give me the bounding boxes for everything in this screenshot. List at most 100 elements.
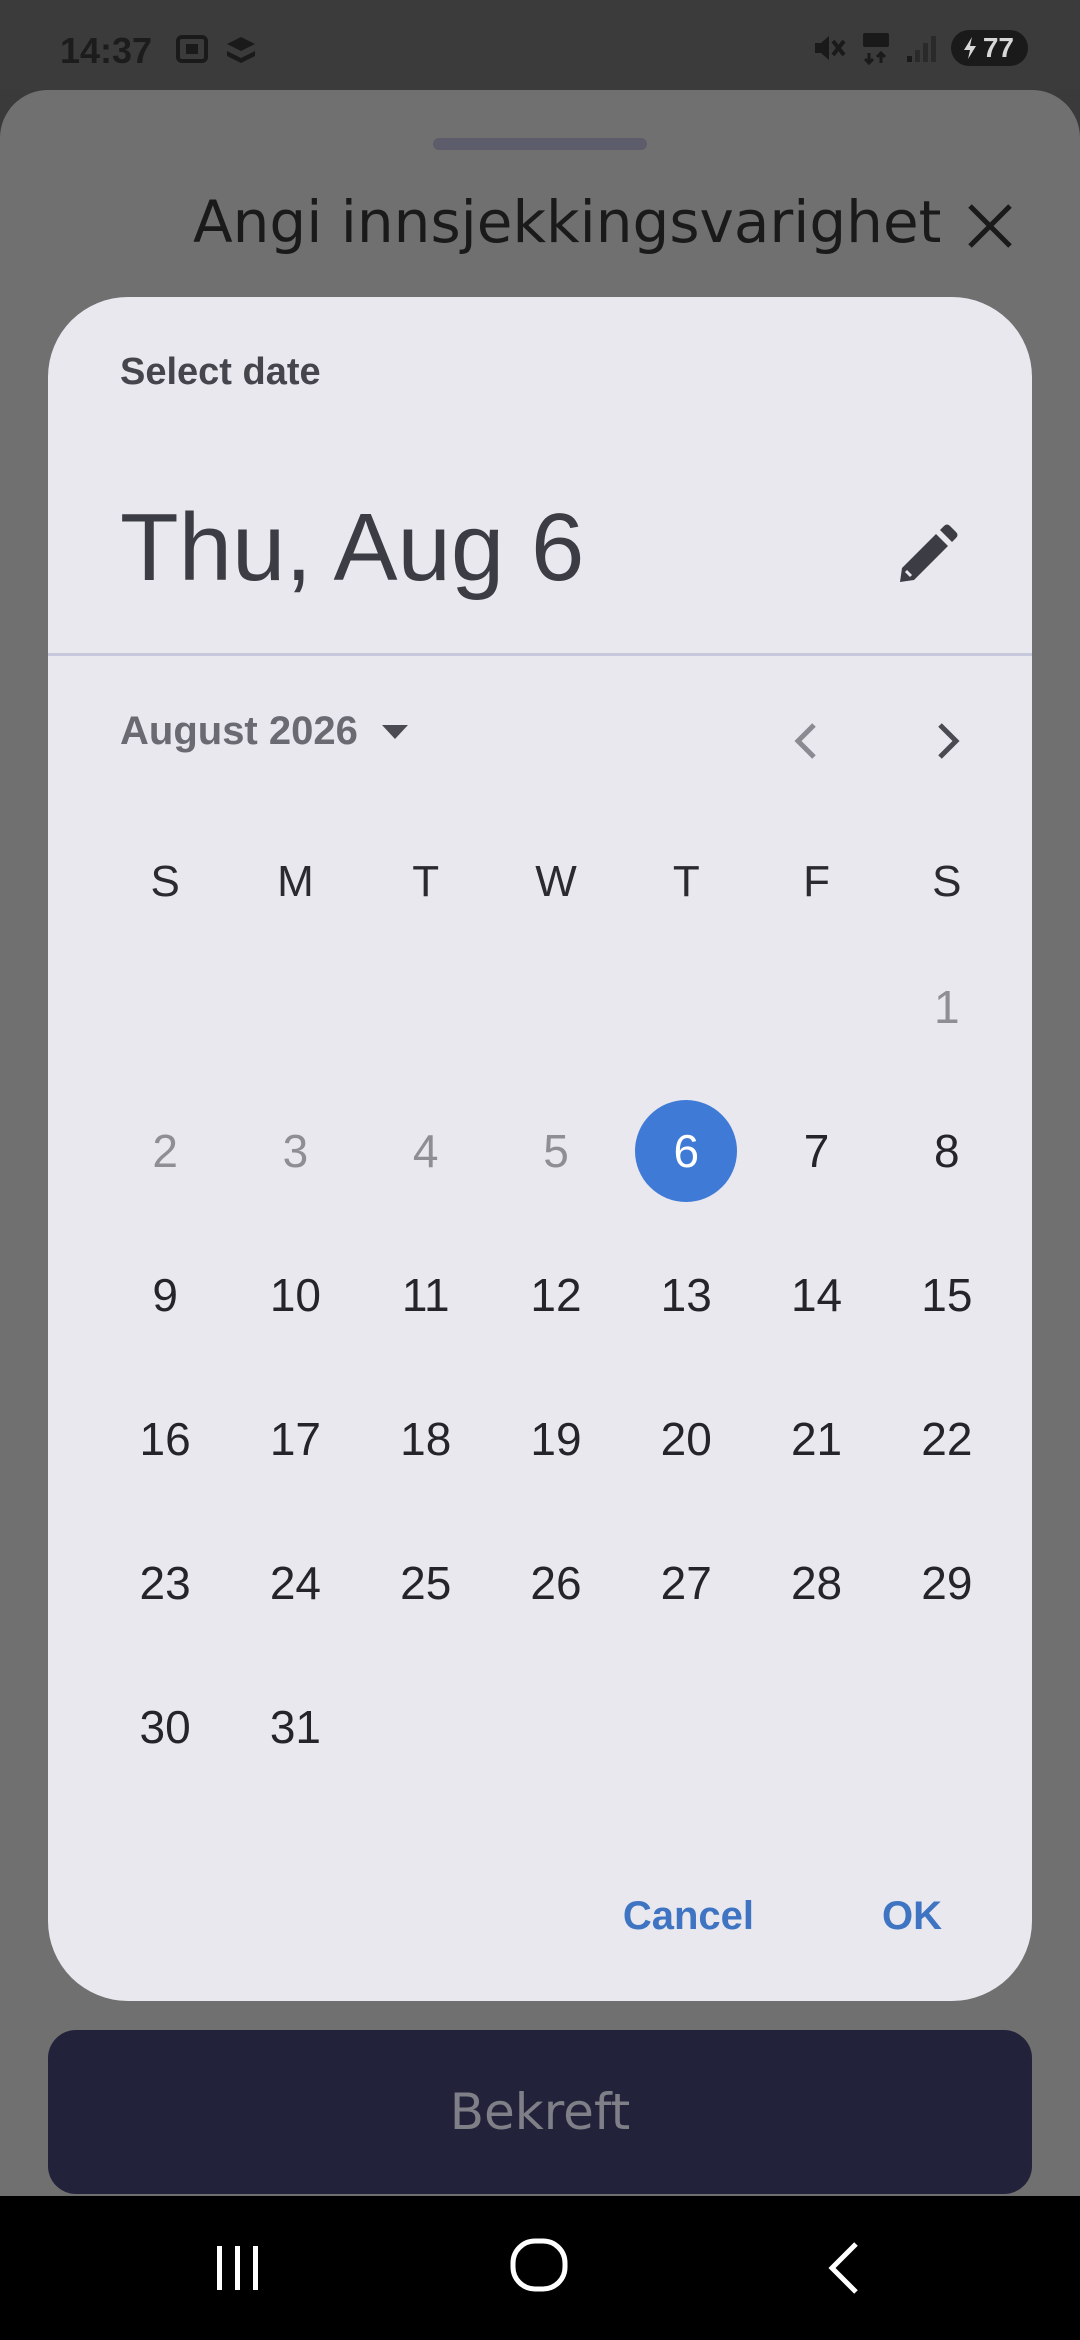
calendar-week-row: 1 [100,935,1012,1079]
recent-apps-icon[interactable] [213,2238,263,2298]
calendar-grid: 1 2 3 4 5 6 7 8 9 10 11 12 13 14 15 16 17 18 19 20 21 22 23 24 2… [100,935,1012,1799]
calendar-day-number: 26 [530,1557,582,1609]
edit-icon[interactable] [886,516,966,596]
system-nav-bar [0,2196,1080,2340]
calendar-day[interactable]: 13 [621,1223,751,1367]
status-bar: 14:37 77 [0,0,1080,90]
calendar-day[interactable]: 12 [491,1223,621,1367]
calendar-day[interactable]: 31 [230,1655,360,1799]
calendar-day-number: 9 [152,1269,178,1321]
calendar-day-number: 20 [660,1413,712,1465]
calendar-week-row: 9 10 11 12 13 14 15 [100,1223,1012,1367]
signal-icon [906,36,936,62]
calendar-day-number: 29 [921,1557,973,1609]
calendar-day-number: 16 [139,1413,191,1465]
calendar-day[interactable]: 30 [100,1655,230,1799]
calendar-day: 2 [100,1079,230,1223]
calendar-day[interactable]: 14 [751,1223,881,1367]
calendar-day[interactable]: 20 [621,1367,751,1511]
calendar-day[interactable]: 25 [361,1511,491,1655]
calendar-day[interactable]: 10 [230,1223,360,1367]
calendar-day-number: 8 [934,1125,960,1177]
calendar-day-number: 23 [139,1557,191,1609]
calendar-day[interactable]: 17 [230,1367,360,1511]
calendar-empty-cell [491,1655,621,1799]
weekday-label: T [412,857,440,906]
confirm-button-label: Bekreft [449,2083,631,2141]
calendar-day[interactable]: 27 [621,1511,751,1655]
weekday-header: S M T W T F S [100,857,1012,907]
chevron-left-icon[interactable] [776,709,840,773]
calendar-empty-cell [621,935,751,1079]
calendar-day[interactable]: 9 [100,1223,230,1367]
dropdown-arrow-icon [381,724,408,739]
calendar-day-number: 7 [803,1125,830,1177]
calendar-day-selected[interactable]: 6 [621,1079,751,1223]
calendar-day-number: 11 [401,1269,450,1321]
weekday-label: S [150,857,180,906]
calendar-day[interactable]: 15 [882,1223,1012,1367]
dialog-divider [48,653,1032,656]
calendar-day-number: 31 [269,1701,321,1753]
date-picker-dialog: Select date Thu, Aug 6 August 2026 S M T… [48,297,1032,2001]
calendar-day-number: 27 [660,1557,712,1609]
weekday-label: W [535,857,577,906]
calendar-day[interactable]: 11 [361,1223,491,1367]
calendar-day[interactable]: 24 [230,1511,360,1655]
calendar-day[interactable]: 18 [361,1367,491,1511]
ok-button[interactable]: OK [882,1894,942,1939]
mute-icon [814,36,846,60]
close-icon[interactable] [958,194,1022,258]
calendar-day-number: 22 [921,1413,973,1465]
calendar-day-number: 28 [790,1557,843,1609]
drag-handle[interactable] [433,138,647,150]
calendar-day-number: 4 [412,1125,439,1177]
calendar-day-number: 13 [660,1269,712,1321]
calendar-empty-cell [361,1655,491,1799]
chevron-right-icon[interactable] [914,709,978,773]
confirm-button[interactable]: Bekreft [48,2030,1032,2194]
calendar-day[interactable]: 16 [100,1367,230,1511]
calendar-empty-cell [621,1655,751,1799]
calendar-empty-cell [491,935,621,1079]
calendar-empty-cell [230,935,360,1079]
calendar-day[interactable]: 21 [751,1367,881,1511]
calendar-empty-cell [751,935,881,1079]
calendar-day[interactable]: 28 [751,1511,881,1655]
calendar-day[interactable]: 23 [100,1511,230,1655]
calendar-day-number: 24 [269,1557,321,1609]
calendar-day[interactable]: 22 [882,1367,1012,1511]
calendar-day-number: 17 [269,1413,321,1465]
calendar-day-number: 1 [934,981,960,1033]
calendar-day[interactable]: 29 [882,1511,1012,1655]
weekday-label: M [277,857,314,906]
calendar-day[interactable]: 19 [491,1367,621,1511]
calendar-day: 1 [882,935,1012,1079]
calendar-day-number: 6 [673,1125,700,1177]
5g-icon [862,33,889,65]
cancel-button[interactable]: Cancel [623,1894,754,1939]
back-icon[interactable] [820,2236,870,2300]
status-right: 77 [811,30,1028,66]
month-year-selector[interactable]: August 2026 [120,709,412,754]
weekday-label: F [803,857,830,906]
screenshot-icon [176,35,208,63]
calendar-day[interactable]: 8 [882,1079,1012,1223]
calendar-day-number: 15 [921,1269,973,1321]
calendar-day-number: 25 [400,1557,452,1609]
calendar-empty-cell [882,1655,1012,1799]
status-left-icons [175,34,259,66]
calendar-day-number: 3 [282,1125,309,1177]
calendar-empty-cell [100,935,230,1079]
selected-date-headline: Thu, Aug 6 [120,494,585,601]
dialog-actions: Cancel OK [623,1894,942,1939]
calendar-day[interactable]: 7 [751,1079,881,1223]
home-icon[interactable] [508,2234,572,2298]
calendar-day-number: 5 [543,1125,569,1177]
calendar-day[interactable]: 26 [491,1511,621,1655]
weekday-label: S [932,857,962,906]
calendar-day-number: 18 [400,1413,452,1465]
calendar-day-number: 30 [139,1701,191,1753]
calendar-day-number: 2 [152,1125,178,1177]
calendar-day: 5 [491,1079,621,1223]
